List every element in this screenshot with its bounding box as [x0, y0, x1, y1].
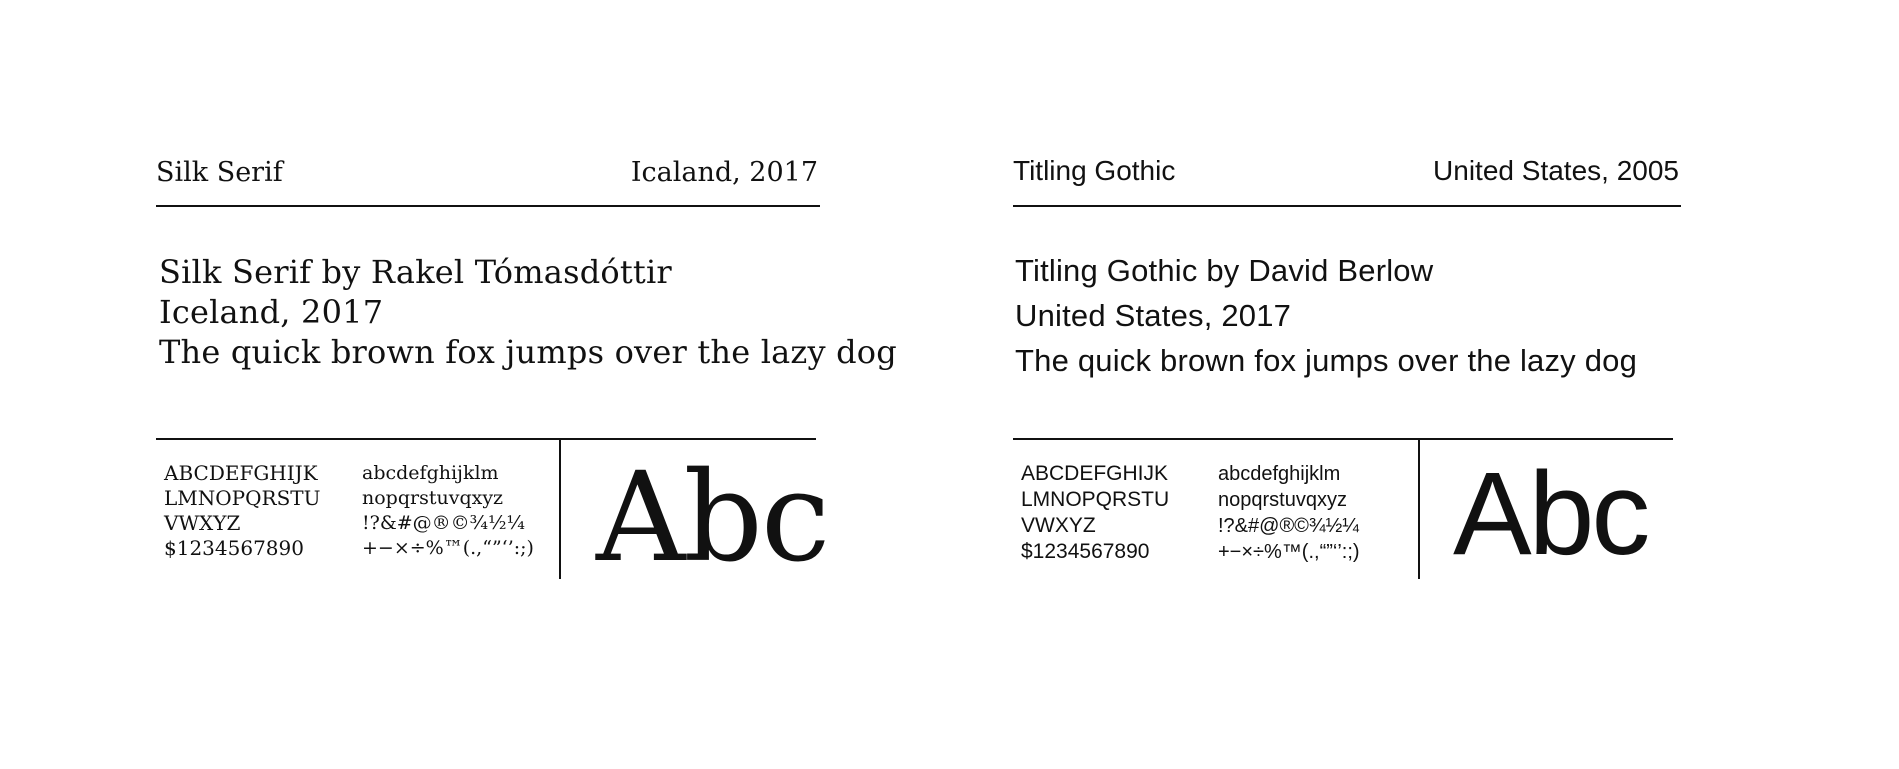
- font-origin: Icaland, 2017: [630, 157, 818, 188]
- glyph-row: $1234567890: [1021, 540, 1150, 563]
- display-sample: Abc: [1453, 448, 1650, 580]
- glyph-row: nopqrstuvqxyz: [362, 487, 504, 509]
- glyph-row: !?&#@®©¾½¼: [1218, 515, 1359, 537]
- glyph-divider: [156, 438, 816, 440]
- header-divider: [1013, 205, 1681, 207]
- glyph-row: VWXYZ: [164, 511, 241, 535]
- header-divider: [156, 205, 820, 207]
- sample-line: The quick brown fox jumps over the lazy …: [159, 333, 897, 371]
- glyph-row: LMNOPQRSTU: [164, 486, 321, 510]
- glyph-row: ABCDEFGHIJK: [1021, 462, 1169, 485]
- glyph-row: ABCDEFGHIJK: [164, 461, 318, 485]
- glyph-row: LMNOPQRSTU: [1021, 488, 1170, 511]
- sample-line: Titling Gothic by David Berlow: [1015, 253, 1434, 288]
- glyph-row: VWXYZ: [1021, 514, 1096, 537]
- font-name: Titling Gothic: [1013, 155, 1176, 186]
- glyph-row: +−×÷%™(.,“”‘’:;): [1218, 541, 1360, 563]
- specimen-header: Titling Gothic United States, 2005: [1013, 155, 1681, 191]
- sample-line: The quick brown fox jumps over the lazy …: [1015, 343, 1638, 378]
- glyph-set: ABCDEFGHIJK LMNOPQRSTU VWXYZ $1234567890…: [1021, 461, 1401, 581]
- specimen-header: Silk Serif Icaland, 2017: [156, 157, 820, 191]
- font-name: Silk Serif: [156, 157, 283, 188]
- glyph-row: !?&#@®©¾½¼: [362, 512, 525, 534]
- glyph-row: abcdefghijklm: [362, 462, 499, 484]
- sample-line: Iceland, 2017: [159, 293, 384, 331]
- glyph-column-lowercase-symbols: abcdefghijklm nopqrstuvqxyz !?&#@®©¾½¼ +…: [362, 461, 534, 561]
- glyph-column-uppercase-numerals: ABCDEFGHIJK LMNOPQRSTU VWXYZ $1234567890: [1021, 461, 1169, 565]
- vertical-divider: [1418, 440, 1420, 579]
- sample-line: United States, 2017: [1015, 298, 1292, 333]
- glyph-set: ABCDEFGHIJK LMNOPQRSTU VWXYZ $1234567890…: [164, 461, 544, 581]
- glyph-row: nopqrstuvqxyz: [1218, 489, 1347, 511]
- glyph-row: abcdefghijklm: [1218, 463, 1341, 485]
- glyph-row: $1234567890: [164, 536, 304, 560]
- sample-text: Titling Gothic by David Berlow United St…: [1015, 248, 1637, 383]
- sample-line: Silk Serif by Rakel Tómasdóttir: [159, 253, 672, 291]
- sample-text: Silk Serif by Rakel Tómasdóttir Iceland,…: [159, 252, 897, 372]
- vertical-divider: [559, 440, 561, 579]
- glyph-column-lowercase-symbols: abcdefghijklm nopqrstuvqxyz !?&#@®©¾½¼ +…: [1218, 461, 1360, 565]
- glyph-row: +−×÷%™(.,“”‘’:;): [362, 537, 534, 559]
- display-sample: Abc: [596, 446, 830, 590]
- font-origin: United States, 2005: [1433, 155, 1679, 186]
- glyph-column-uppercase-numerals: ABCDEFGHIJK LMNOPQRSTU VWXYZ $1234567890: [164, 461, 320, 561]
- glyph-divider: [1013, 438, 1673, 440]
